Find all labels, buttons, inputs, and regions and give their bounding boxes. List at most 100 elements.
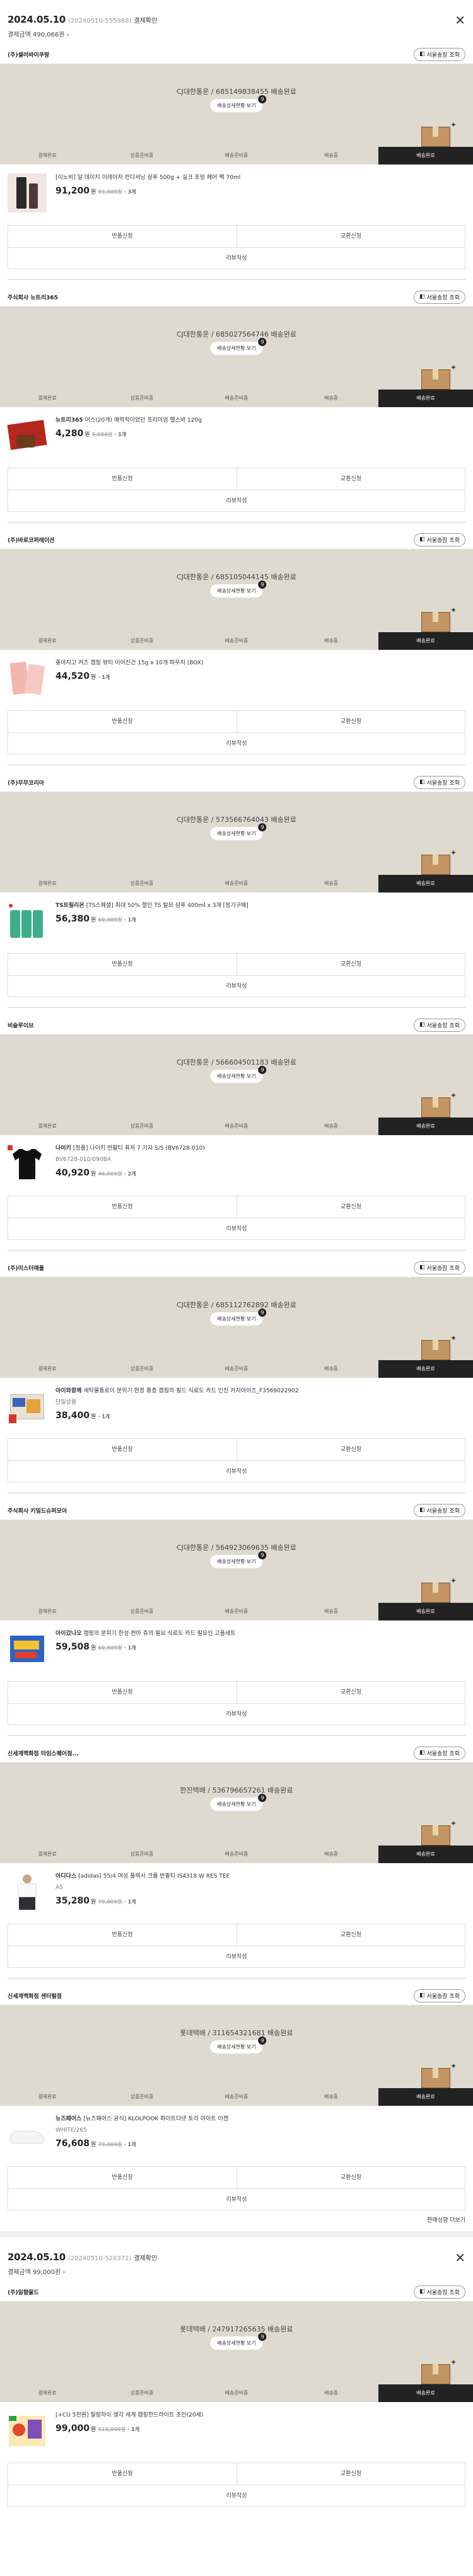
delivery-detail-button[interactable]: 배송상세현황 보기 9 — [210, 1066, 267, 1083]
delivery-detail-button[interactable]: 배송상세현황 보기 9 — [210, 1308, 267, 1326]
write-review-button[interactable]: 리뷰작성 — [8, 247, 465, 269]
product-image[interactable] — [8, 1872, 47, 1911]
delivery-detail-button[interactable]: 배송상세현황 보기 9 — [210, 1551, 267, 1568]
return-request-button[interactable]: 반품신청 — [8, 226, 237, 247]
seller-button-label: 서울송장 조회 — [426, 2289, 460, 2296]
product-image[interactable] — [8, 2115, 47, 2154]
original-price: 46,000원 — [98, 1171, 122, 1177]
return-request-button[interactable]: 반품신청 — [8, 954, 237, 975]
truck-icon: ◧ — [419, 1750, 425, 1756]
seller-contact-button[interactable]: ◧ 서울송장 조회 — [413, 290, 465, 304]
notification-badge: 9 — [258, 823, 267, 831]
product-info: 아이와함께 세탁물통로이 분위기 현정 통증 캠핑의 필드 식료도 카드 인진 카… — [55, 1387, 299, 1432]
delivery-detail-button[interactable]: 배송상세현황 보기 9 — [210, 95, 267, 112]
close-icon[interactable]: ✕ — [455, 14, 465, 26]
return-request-button[interactable]: 반품신청 — [8, 711, 237, 732]
write-review-button[interactable]: 리뷰작성 — [8, 1703, 465, 1724]
delivery-step: 배송중 — [324, 1609, 339, 1614]
delivery-step: 배송중 — [324, 881, 339, 886]
product-title: 아이와함께 세탁물통로이 분위기 현정 통증 캠핑의 필드 식료도 카드 인진 카… — [55, 1387, 299, 1395]
product-image[interactable] — [8, 1387, 47, 1426]
exchange-request-button[interactable]: 교환신청 — [237, 1924, 465, 1946]
exchange-request-button[interactable]: 교환신청 — [237, 2463, 465, 2485]
seller-row: (주)바로코퍼레이션 ◧ 서울송장 조회 — [0, 530, 473, 549]
return-request-button[interactable]: 반품신청 — [8, 1682, 237, 1703]
order-total-row[interactable]: 결제금액 99,000원 › — [8, 2267, 465, 2276]
seller-contact-button[interactable]: ◧ 서울송장 조회 — [413, 1746, 465, 1760]
delivery-detail-button[interactable]: 배송상세현황 보기 9 — [210, 823, 267, 840]
package-box-icon: ✦ — [419, 1334, 457, 1360]
exchange-request-button[interactable]: 교환신청 — [237, 1439, 465, 1460]
delivery-detail-button[interactable]: 배송상세현황 보기 9 — [210, 1794, 267, 1811]
exchange-request-button[interactable]: 교환신청 — [237, 226, 465, 247]
product-image[interactable] — [7, 416, 47, 455]
seller-contact-button[interactable]: ◧ 서울송장 조회 — [413, 533, 465, 546]
seller-name: 신세계백화점 센터럴점 — [8, 1993, 62, 2000]
product-image[interactable] — [8, 901, 47, 940]
seller-contact-button[interactable]: ◧ 서울송장 조회 — [413, 1018, 465, 1032]
product-name: 세탁물통로이 분위기 현정 통증 캠핑의 필드 식료도 카드 인진 카지아이즈_… — [83, 1388, 299, 1394]
product-row[interactable]: 아디다스 [adidas] 55/4 여성 플렉시 크롭 반팔티 IS4318 W… — [0, 1863, 473, 1924]
product-image[interactable] — [8, 1144, 47, 1183]
return-request-button[interactable]: 반품신청 — [8, 1196, 237, 1218]
product-image[interactable] — [8, 173, 47, 212]
exchange-request-button[interactable]: 교환신청 — [237, 1196, 465, 1218]
write-review-button[interactable]: 리뷰작성 — [8, 490, 465, 511]
price-row: 40,920 원 46,000원 · 2개 — [55, 1168, 205, 1178]
seller-contact-button[interactable]: ◧ 서울송장 조회 — [413, 1503, 465, 1517]
product-row[interactable]: 나이키 [정품] 나이키 반팔티 퓨처 7 기자 S/S (BV6728-010)… — [0, 1135, 473, 1196]
item-actions: 반품신청 교환신청 리뷰작성 — [8, 225, 465, 269]
order-date: 2024.05.10 — [8, 14, 66, 25]
seller-contact-button[interactable]: ◧ 서울송장 조회 — [413, 1989, 465, 2002]
delivery-step: 배송중 — [324, 638, 339, 644]
product-row[interactable]: [이노비] 달 데이지 이레이저 컨디셔닝 샴푸 500g + 실크 포밍 헤어… — [0, 165, 473, 225]
product-image[interactable] — [8, 1629, 47, 1668]
return-request-button[interactable]: 반품신청 — [8, 1439, 237, 1460]
delivery-detail-button[interactable]: 배송상세현황 보기 9 — [210, 2036, 267, 2053]
delivery-detail-button[interactable]: 배송상세현황 보기 9 — [210, 338, 267, 355]
product-row[interactable]: 좋아지고 커즈 캠핑 뷰티 이어진건 15g x 10개 파우치 (BOX) 44… — [0, 650, 473, 710]
order-footer-link[interactable]: 판매성향 더보기 — [0, 2210, 473, 2231]
return-request-button[interactable]: 반품신청 — [8, 1924, 237, 1946]
order-detail-link[interactable]: 결제확인 — [134, 18, 157, 25]
write-review-button[interactable]: 리뷰작성 — [8, 975, 465, 996]
product-row[interactable]: [+CU 5천원] 말랑하이 생각 세계 캠핑한드라이트 조인(20세) 99,0… — [0, 2402, 473, 2463]
exchange-request-button[interactable]: 교환신청 — [237, 954, 465, 975]
write-review-button[interactable]: 리뷰작성 — [8, 1460, 465, 1482]
item-actions: 반품신청 교환신청 리뷰작성 — [8, 1438, 465, 1482]
notification-badge: 9 — [258, 2333, 267, 2341]
delivery-tracking-panel: CJ대한통운 / 566604501183 배송완료 배송상세현황 보기 9 ✦ 결제완… — [0, 1034, 473, 1135]
write-review-button[interactable]: 리뷰작성 — [8, 1218, 465, 1239]
product-image[interactable] — [8, 659, 47, 698]
product-row[interactable]: 아이갔나오 캠핑의 분위기 한성 편마 쥬의 필요 식료도 카드 필요인 고품세트… — [0, 1620, 473, 1681]
order-detail-link[interactable]: 결제확인 — [134, 2255, 157, 2262]
exchange-request-button[interactable]: 교환신청 — [237, 2167, 465, 2188]
write-review-button[interactable]: 리뷰작성 — [8, 2485, 465, 2506]
return-request-button[interactable]: 반품신청 — [8, 2463, 237, 2485]
close-icon[interactable]: ✕ — [455, 2251, 465, 2264]
seller-contact-button[interactable]: ◧ 서울송장 조회 — [413, 2285, 465, 2299]
exchange-request-button[interactable]: 교환신청 — [237, 711, 465, 732]
item-actions: 반품신청 교환신청 리뷰작성 — [8, 1924, 465, 1968]
order-total-row[interactable]: 결제금액 490,066원 › — [8, 29, 465, 38]
exchange-request-button[interactable]: 교환신청 — [237, 1682, 465, 1703]
seller-name: 주식회사 뉴트리365 — [8, 294, 58, 301]
seller-contact-button[interactable]: ◧ 서울송장 조회 — [413, 775, 465, 789]
return-request-button[interactable]: 반품신청 — [8, 2167, 237, 2188]
return-request-button[interactable]: 반품신청 — [8, 468, 237, 490]
product-row[interactable]: 뉴트리365 어스(20개) 매력적이었던 프리미엄 헬스바 120g 4,280 원… — [0, 407, 473, 468]
product-row[interactable]: TS트릴리온 [TS스페셜] 최대 50% 할인 TS 탈모 샴푸 400ml x… — [0, 892, 473, 953]
write-review-button[interactable]: 리뷰작성 — [8, 732, 465, 754]
product-row[interactable]: 뉴즈패어스 [뉴즈패어스 공식] KLOLPOOK 화이트다넷 토리 아이트 이젠… — [0, 2106, 473, 2166]
seller-contact-button[interactable]: ◧ 서울송장 조회 — [413, 1261, 465, 1274]
seller-contact-button[interactable]: ◧ 서울송장 조회 — [413, 47, 465, 61]
product-image[interactable] — [8, 2411, 47, 2450]
product-row[interactable]: 아이와함께 세탁물통로이 분위기 현정 통증 캠핑의 필드 식료도 카드 인진 카… — [0, 1378, 473, 1438]
delivery-detail-button[interactable]: 배송상세현황 보기 9 — [210, 2333, 267, 2350]
notification-badge: 9 — [258, 338, 267, 346]
write-review-button[interactable]: 리뷰작성 — [8, 1946, 465, 1967]
exchange-request-button[interactable]: 교환신청 — [237, 468, 465, 490]
write-review-button[interactable]: 리뷰작성 — [8, 2188, 465, 2210]
delivery-detail-label: 배송상세현황 보기 — [217, 1801, 256, 1807]
delivery-detail-button[interactable]: 배송상세현황 보기 9 — [210, 580, 267, 598]
